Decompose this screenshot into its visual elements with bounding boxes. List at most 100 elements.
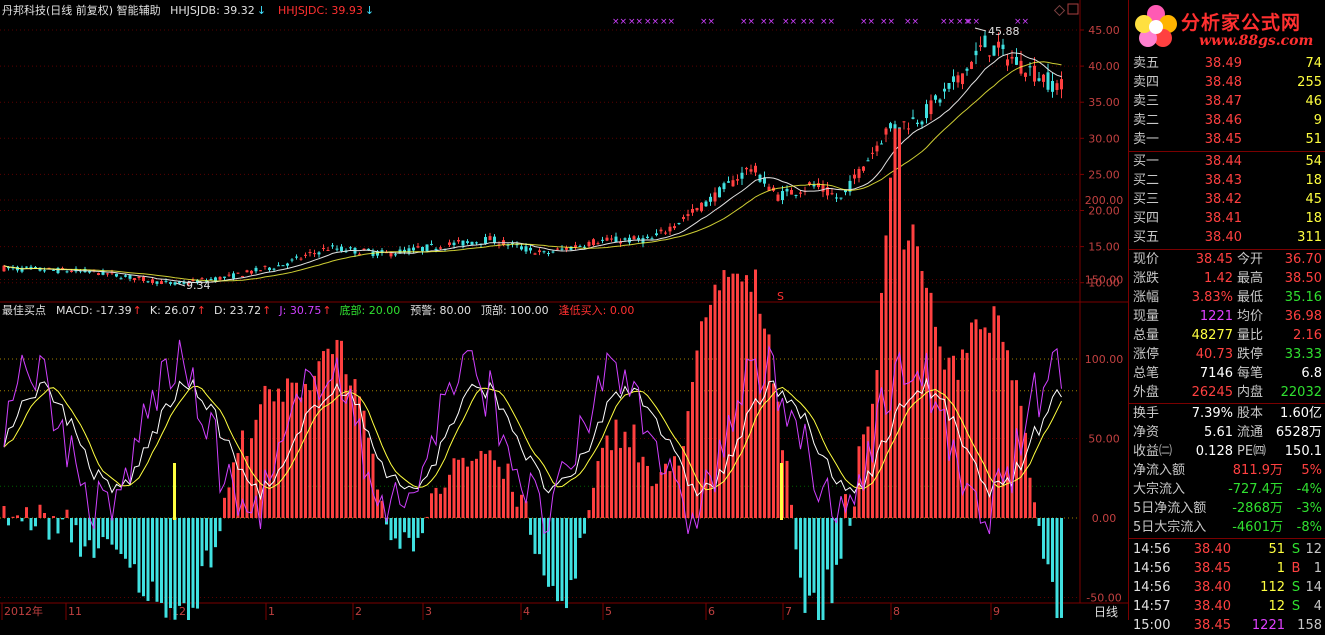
flow-row: 5日净流入额 -2868万 -3%: [1129, 499, 1325, 518]
macd-bar: [668, 471, 672, 518]
price-tick-label: 25.00: [1088, 168, 1120, 181]
candle-body: [565, 247, 568, 250]
indicator-value-7: 顶部: 100.00: [480, 304, 549, 317]
candle-body: [2, 265, 6, 272]
macd-bar: [281, 401, 285, 518]
candle-body: [835, 197, 838, 199]
macd-bar: [209, 518, 213, 568]
candle-body: [731, 180, 735, 187]
macd-bar: [655, 483, 658, 518]
quote-value: 38.50: [1284, 271, 1322, 286]
macd-bar: [830, 518, 834, 604]
quote-label: 现量: [1133, 309, 1160, 324]
buy-row: 买五 38.40 311: [1129, 228, 1325, 247]
macd-bar: [457, 459, 460, 518]
candle-body: [493, 236, 496, 243]
candle-body: [254, 267, 258, 272]
candle-body: [434, 248, 438, 251]
candle-body: [232, 273, 235, 279]
macd-bar: [826, 518, 829, 570]
macd-bar: [808, 518, 811, 596]
flow-percent: -8%: [1296, 520, 1322, 535]
macd-bar: [596, 461, 600, 518]
indicator-tick-label: 0.00: [1092, 512, 1117, 525]
quote-value: 7146: [1199, 366, 1233, 381]
macd-bar: [1006, 350, 1009, 518]
candle-body: [601, 239, 604, 241]
quote-value: 22032: [1280, 385, 1322, 400]
time-axis-label: 11: [68, 605, 82, 618]
tick-price: 38.40: [1193, 580, 1231, 595]
tick-count: 1: [1313, 561, 1322, 576]
candle-body: [475, 242, 478, 244]
buy-signal-bar: [780, 463, 783, 520]
sell-label: 卖一: [1133, 132, 1160, 147]
macd-bar: [277, 388, 280, 518]
period-button[interactable]: 日线: [1094, 605, 1118, 619]
indicator-value-6: 预警: 80.00: [410, 304, 471, 317]
sell-label: 卖五: [1133, 56, 1160, 71]
macd-bar: [443, 487, 447, 518]
buy-label: 买五: [1133, 230, 1160, 245]
candle-body: [119, 278, 123, 280]
candle-body: [911, 117, 915, 119]
macd-bar: [425, 516, 429, 518]
indicator-value-4: J: 30.75: [279, 304, 322, 317]
candle-body: [718, 187, 721, 198]
macd-bar: [160, 518, 163, 603]
candle-body: [286, 263, 289, 266]
macd-bar: [916, 246, 919, 518]
macd-bar: [601, 447, 604, 518]
macd-bar: [772, 383, 775, 518]
sell-label: 卖四: [1133, 75, 1160, 90]
flow-label: 大宗流入: [1133, 482, 1186, 497]
macd-bar: [164, 518, 168, 618]
buy-volume: 45: [1305, 192, 1322, 207]
macd-bar: [470, 460, 474, 518]
candle-body: [592, 239, 595, 246]
arrow-down-icon: ↓: [256, 4, 267, 17]
candle-body: [884, 128, 888, 135]
macd-bar: [263, 385, 267, 518]
macd-bar: [304, 383, 307, 518]
candle-body: [794, 194, 798, 196]
macd-bar: [250, 438, 253, 518]
candle-body: [250, 270, 253, 274]
macd-bar: [821, 518, 825, 620]
signal-marker: ××: [940, 17, 955, 27]
macd-bar: [704, 317, 708, 518]
macd-bar: [1046, 518, 1050, 565]
candle-body: [578, 246, 582, 248]
sell-volume: 255: [1297, 75, 1322, 90]
flow-value: -4601万: [1232, 520, 1283, 535]
candle-body: [340, 246, 343, 252]
macd-bar: [493, 460, 496, 518]
macd-bar: [875, 370, 879, 518]
quote-row: 总量 48277 量比 2.16: [1129, 326, 1325, 345]
ma-line-white: [3, 52, 1062, 284]
macd-bar: [1037, 518, 1041, 526]
macd-bar: [182, 518, 186, 604]
macd-bar: [920, 271, 924, 518]
flow-label: 5日净流入额: [1133, 501, 1207, 516]
quote-row: 现量 1221 均价 36.98: [1129, 307, 1325, 326]
macd-bar: [124, 518, 127, 559]
price-tick-label: 15.00: [1088, 241, 1120, 254]
macd-bar: [200, 518, 204, 567]
quote-label: 涨跌: [1133, 271, 1160, 286]
candle-body: [227, 274, 231, 276]
quote-row: 现价 38.45 今开 36.70: [1129, 250, 1325, 269]
macd-bar: [70, 518, 73, 543]
macd-bar: [475, 458, 478, 518]
sell-price: 38.47: [1204, 94, 1242, 109]
macd-bar: [835, 518, 838, 565]
flow-value: 811.9万: [1232, 463, 1283, 478]
candle-body: [866, 160, 870, 162]
quote-label: 总量: [1133, 328, 1160, 343]
buy-row: 买一 38.44 54: [1129, 152, 1325, 171]
candle-body: [682, 217, 685, 219]
sell-row: 卖二 38.46 9: [1129, 111, 1325, 130]
candle-body: [754, 165, 757, 173]
chart-area[interactable]: 45.00 40.00 35.00 30.00 25.00 20.00 15.00 10.00…: [0, 0, 1128, 620]
time-axis-label: 7: [785, 605, 792, 618]
